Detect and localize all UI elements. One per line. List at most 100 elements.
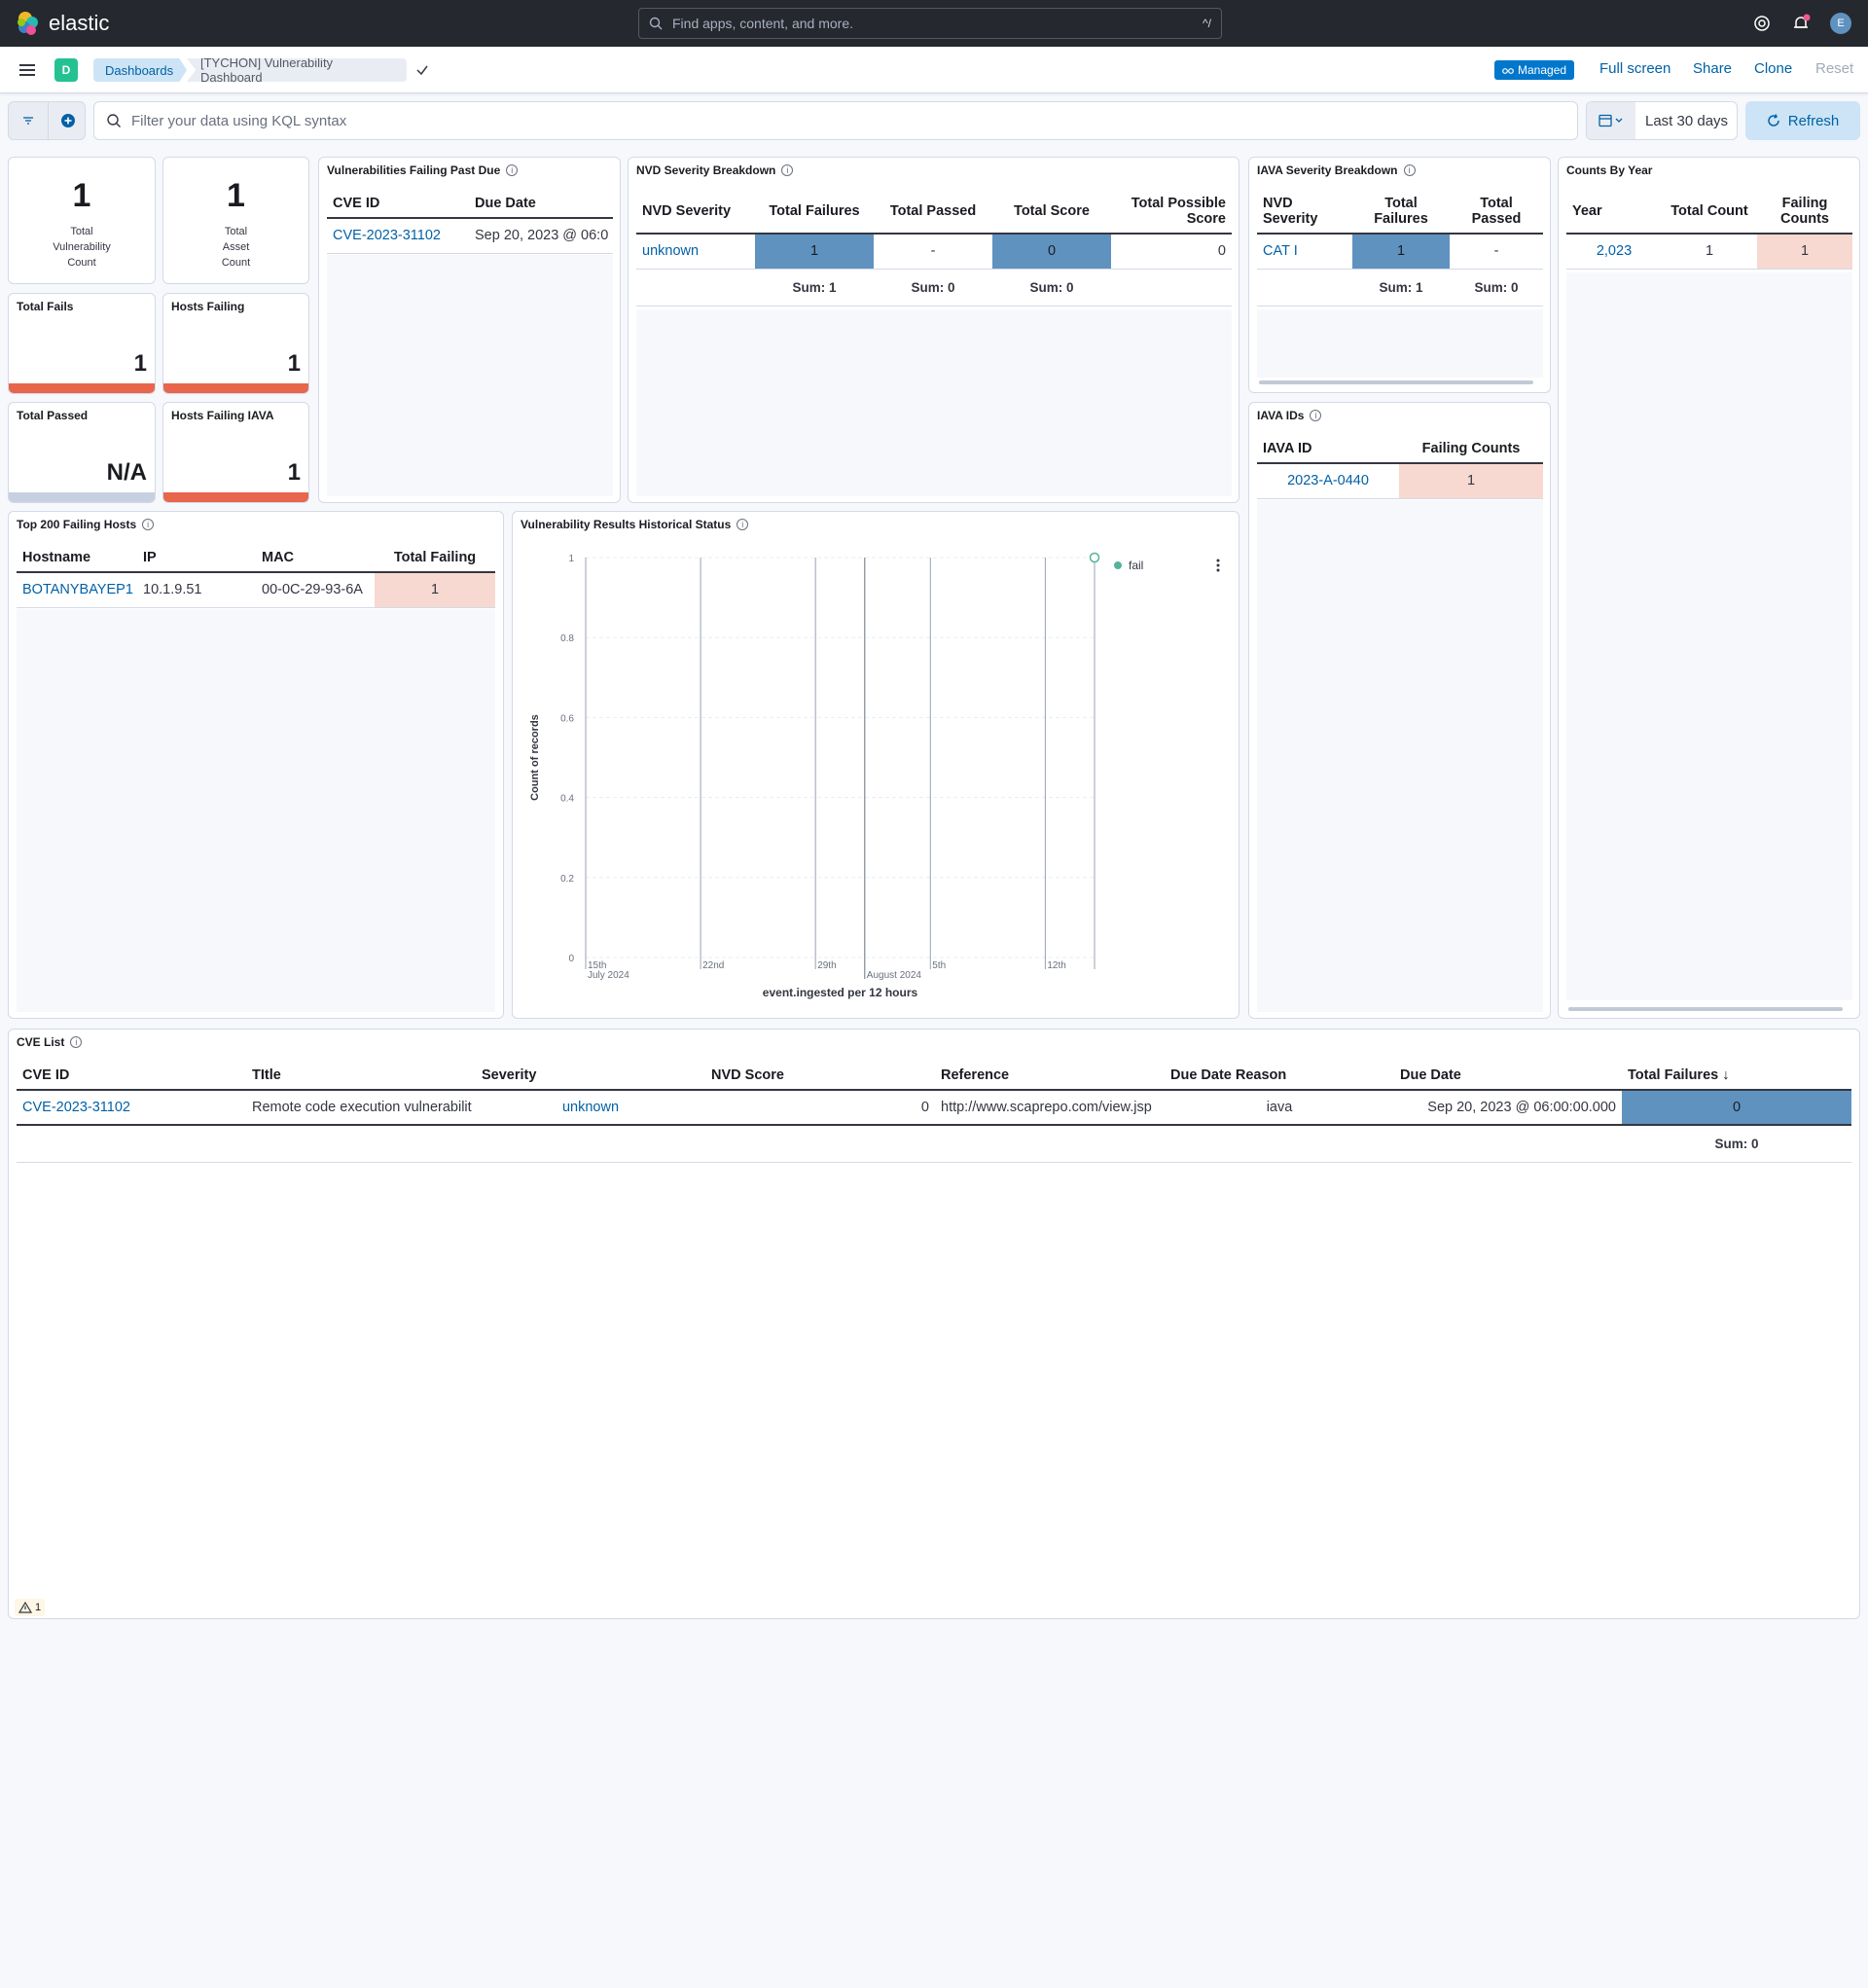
full-screen-button[interactable]: Full screen <box>1599 60 1670 77</box>
column-header[interactable]: Due Date Reason <box>1165 1061 1394 1091</box>
column-header[interactable]: Due Date <box>1394 1061 1622 1091</box>
info-icon[interactable]: i <box>1403 164 1416 176</box>
severity-link[interactable]: unknown <box>476 1090 705 1125</box>
table-row: CVE-2023-31102 Remote code execution vul… <box>17 1090 1851 1125</box>
table-row: BOTANYBAYEP1 10.1.9.51 00-0C-29-93-6A 1 <box>17 572 495 607</box>
x-tick-label: 12th <box>1047 960 1065 971</box>
column-header[interactable]: Severity <box>476 1061 705 1091</box>
column-header[interactable]: Failing Counts <box>1399 434 1543 464</box>
historical-status-chart: 00.20.40.60.8115th 22nd 29th 5th 12thJuly 20… <box>529 552 1220 999</box>
column-header[interactable]: Year <box>1566 189 1662 235</box>
reset-button[interactable]: Reset <box>1815 60 1853 77</box>
search-placeholder: Find apps, content, and more. <box>672 16 853 31</box>
x-tick-label: 22nd <box>702 960 724 971</box>
metric-value: 1 <box>133 350 147 377</box>
table-row: unknown 1 - 0 0 <box>636 234 1232 269</box>
notifications-icon[interactable] <box>1789 12 1813 35</box>
legend-options-icon <box>1216 568 1220 572</box>
table-row: 2,023 1 1 <box>1566 234 1852 269</box>
info-icon[interactable]: i <box>70 1036 83 1048</box>
column-header[interactable]: NVD Severity <box>636 189 755 235</box>
metric-progress-bar <box>9 492 155 502</box>
glasses-icon <box>1502 68 1514 74</box>
total-count-cell: 1 <box>1705 243 1714 260</box>
user-avatar[interactable]: E <box>1830 13 1851 34</box>
column-header[interactable]: NVD Severity <box>1257 189 1352 235</box>
y-tick-label: 0.4 <box>560 794 574 805</box>
space-avatar[interactable]: D <box>54 58 78 82</box>
info-icon[interactable]: i <box>142 519 155 530</box>
metric-value: 1 <box>287 459 301 486</box>
x-tick-label: 5th <box>932 960 946 971</box>
column-header[interactable]: NVD Score <box>705 1061 935 1091</box>
column-header[interactable]: Total Failures <box>1352 189 1450 235</box>
hosts-failing-iava-panel: Hosts Failing IAVA 1 <box>162 402 309 503</box>
calendar-icon[interactable] <box>1587 102 1635 139</box>
panel-title: CVE List i <box>17 1035 83 1049</box>
filter-menu-button[interactable] <box>9 102 48 139</box>
check-icon[interactable] <box>414 62 430 78</box>
column-header[interactable]: Hostname <box>17 543 137 573</box>
elastic-logo[interactable]: elastic <box>16 10 109 37</box>
info-icon[interactable]: i <box>1310 410 1322 421</box>
info-icon[interactable]: i <box>506 164 519 176</box>
iava-id-link[interactable]: 2023-A-0440 <box>1257 463 1399 498</box>
column-header[interactable]: IAVA ID <box>1257 434 1399 464</box>
column-header[interactable]: Failing Counts <box>1757 189 1852 235</box>
column-header[interactable]: Total Possible Score <box>1111 189 1232 235</box>
clone-button[interactable]: Clone <box>1754 60 1792 77</box>
breadcrumb-dashboards[interactable]: Dashboards <box>93 58 187 82</box>
column-header[interactable]: IP <box>137 543 256 573</box>
column-header[interactable]: TItle <box>246 1061 476 1091</box>
warning-badge[interactable]: 1 <box>15 1599 46 1616</box>
date-picker[interactable]: Last 30 days <box>1586 101 1738 140</box>
refresh-button[interactable]: Refresh <box>1745 101 1860 140</box>
due-date-cell: Sep 20, 2023 @ 06:0 <box>475 228 609 244</box>
due-date-cell: Sep 20, 2023 @ 06:00:00.000 <box>1427 1100 1616 1115</box>
breadcrumb-current-dashboard: [TYCHON] Vulnerability Dashboard <box>187 58 407 82</box>
sum-cell-empty <box>1257 269 1352 307</box>
column-header[interactable]: CVE ID <box>17 1061 246 1091</box>
metric-progress-bar <box>163 383 308 393</box>
info-icon[interactable]: i <box>781 164 794 176</box>
sort-descending-icon[interactable]: ↓ <box>1722 1067 1729 1083</box>
horizontal-scrollbar[interactable] <box>1568 1007 1843 1011</box>
kql-search-input[interactable]: Filter your data using KQL syntax <box>93 101 1578 140</box>
hostname-link[interactable]: BOTANYBAYEP1 <box>17 572 137 607</box>
sum-cell-empty <box>636 269 755 307</box>
column-header[interactable]: Total Score <box>992 189 1111 235</box>
column-header[interactable]: Total Passed <box>1450 189 1543 235</box>
year-link[interactable]: 2,023 <box>1566 234 1662 269</box>
column-header[interactable]: Total Passed <box>874 189 992 235</box>
column-header-label: Total Failures <box>1628 1066 1719 1083</box>
add-filter-button[interactable] <box>48 102 87 139</box>
total-passed-panel: Total Passed N/A <box>8 402 156 503</box>
warning-count: 1 <box>35 1602 42 1613</box>
column-header[interactable]: Total Failing <box>375 543 495 573</box>
severity-link[interactable]: unknown <box>636 234 755 269</box>
menu-icon[interactable] <box>18 60 37 80</box>
search-icon <box>107 114 121 127</box>
table-row: 2023-A-0440 1 <box>1257 463 1543 498</box>
iava-severity-link[interactable]: CAT I <box>1257 234 1352 269</box>
help-icon[interactable] <box>1750 12 1774 35</box>
column-header[interactable]: Total Failures <box>755 189 874 235</box>
table-row: CAT I 1 - <box>1257 234 1543 269</box>
cve-id-link[interactable]: CVE-2023-31102 <box>17 1090 246 1125</box>
global-search-input[interactable]: Find apps, content, and more. ^/ <box>638 8 1222 39</box>
horizontal-scrollbar[interactable] <box>1259 380 1533 384</box>
cve-id-link[interactable]: CVE-2023-31102 <box>327 218 469 253</box>
column-header[interactable]: CVE ID <box>327 189 469 219</box>
sum-row: Sum: 1 Sum: 0 Sum: 0 <box>636 269 1232 307</box>
sum-cell: Sum: 1 <box>1352 269 1450 307</box>
total-vulnerability-count-panel: 1 Total Vulnerability Count <box>8 157 156 284</box>
column-header[interactable]: MAC <box>256 543 375 573</box>
column-header-sorted[interactable]: Total Failures ↓ <box>1622 1061 1851 1091</box>
iava-severity-panel: IAVA Severity Breakdown i NVD Severity To… <box>1248 157 1551 393</box>
share-button[interactable]: Share <box>1693 60 1732 77</box>
column-header[interactable]: Total Count <box>1662 189 1757 235</box>
column-header[interactable]: Due Date <box>469 189 613 219</box>
metric-value: 1 <box>227 177 245 214</box>
table-empty-area <box>1257 309 1543 378</box>
column-header[interactable]: Reference <box>935 1061 1165 1091</box>
